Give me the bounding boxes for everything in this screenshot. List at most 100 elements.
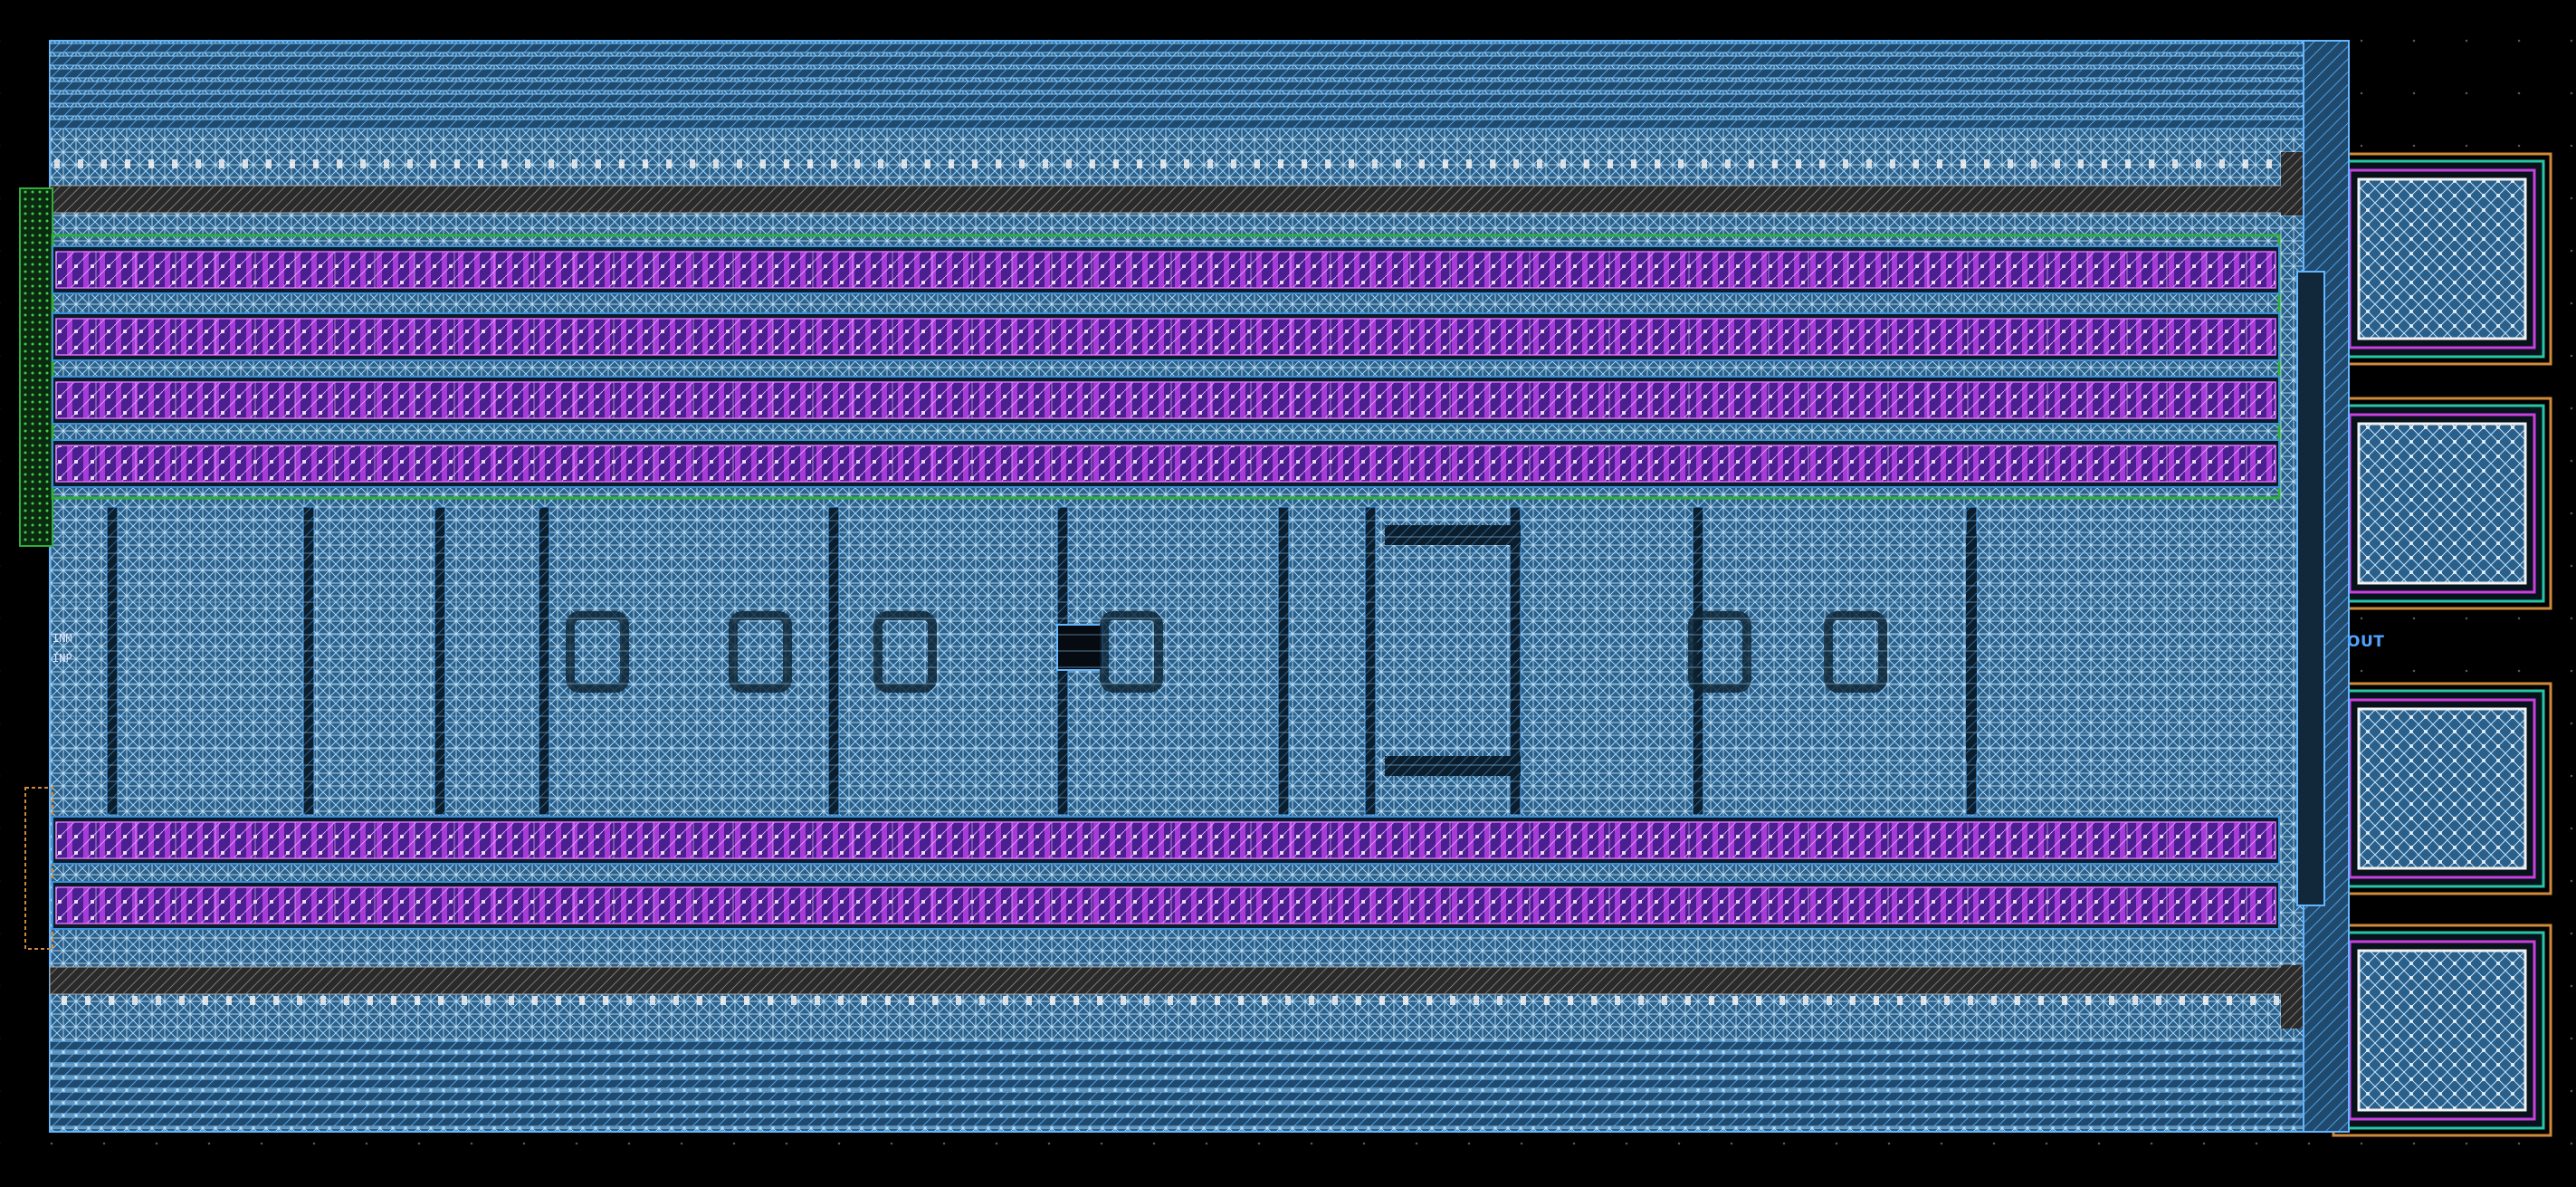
bond-pad-icon [2357, 949, 2527, 1112]
contact [297, 996, 302, 1005]
contact [690, 159, 695, 168]
contact [407, 159, 413, 168]
contact [485, 996, 491, 1005]
contact [1372, 159, 1378, 168]
contact [1285, 996, 1291, 1005]
contact [2055, 159, 2060, 168]
contact [885, 996, 891, 1005]
contact [101, 159, 107, 168]
contact [1396, 159, 1401, 168]
metal-bus-stripe [49, 81, 2323, 91]
metal-bus-stripe [49, 1066, 2323, 1077]
transistor-row [55, 251, 2276, 289]
transistor-row [55, 445, 2276, 483]
contact [1560, 159, 1566, 168]
contact [2109, 996, 2114, 1005]
contact [744, 996, 749, 1005]
contact [266, 159, 272, 168]
contact [784, 159, 789, 168]
contact [2132, 996, 2138, 1005]
contact [1638, 996, 1644, 1005]
contact [431, 159, 436, 168]
contact [62, 996, 67, 1005]
contact [626, 996, 632, 1005]
contact [1066, 159, 1072, 168]
pwell-outline-left [24, 787, 53, 950]
contact [1278, 159, 1283, 168]
contact [1160, 159, 1166, 168]
contact [1897, 996, 1903, 1005]
guard-band-bottom [49, 966, 2318, 995]
contact [1655, 159, 1660, 168]
contact [1403, 996, 1408, 1005]
contact [1608, 159, 1613, 168]
contact [132, 996, 138, 1005]
contact [454, 159, 460, 168]
contact [1749, 159, 1754, 168]
contact [1207, 159, 1213, 168]
layout-canvas[interactable]: OUT INM INP [0, 0, 2576, 1187]
metal-bus-stripe [49, 1078, 2323, 1089]
contact [1332, 996, 1338, 1005]
contact [2203, 996, 2209, 1005]
contact [1144, 996, 1150, 1005]
contact [532, 996, 538, 1005]
contact [737, 159, 742, 168]
contact [226, 996, 232, 1005]
contact [1215, 996, 1220, 1005]
layout-drawing[interactable] [0, 0, 2576, 1187]
contact [1866, 159, 1872, 168]
contact [1309, 996, 1314, 1005]
transistor-row [55, 318, 2276, 356]
contact [549, 159, 554, 168]
right-connector [2296, 271, 2325, 906]
contact [838, 996, 844, 1005]
contact [1003, 996, 1008, 1005]
contact [250, 996, 255, 1005]
contact [344, 996, 349, 1005]
contact [972, 159, 978, 168]
metal-bus-stripe [49, 106, 2323, 117]
contact [556, 996, 561, 1005]
contact [1631, 159, 1636, 168]
contact [2227, 996, 2232, 1005]
contact [1231, 159, 1236, 168]
contact [1779, 996, 1785, 1005]
pin-label-inp: INP [52, 652, 72, 665]
pin-label-out: OUT [2347, 633, 2385, 651]
contact [1302, 159, 1307, 168]
contact [2172, 159, 2178, 168]
contact [196, 159, 201, 168]
contact [462, 996, 467, 1005]
contact [1073, 996, 1079, 1005]
metal-bus-stripe [49, 119, 2323, 129]
contact [148, 159, 154, 168]
contact [1184, 159, 1189, 168]
contact [1568, 996, 1573, 1005]
contact [572, 159, 577, 168]
route-segment [1385, 525, 1521, 545]
contact [273, 996, 279, 1005]
contact [1466, 159, 1472, 168]
contact [2062, 996, 2067, 1005]
contact [384, 159, 389, 168]
contact [1113, 159, 1119, 168]
contact [2266, 159, 2272, 168]
contact [2078, 159, 2084, 168]
contact [2180, 996, 2185, 1005]
contact [831, 159, 836, 168]
contact [650, 996, 655, 1005]
contact [1685, 996, 1691, 1005]
contact [1168, 996, 1173, 1005]
contact [909, 996, 914, 1005]
contact [1819, 159, 1825, 168]
contact [619, 159, 625, 168]
contact [1944, 996, 1950, 1005]
contact [1426, 996, 1432, 1005]
contact [1450, 996, 1455, 1005]
contact [509, 996, 514, 1005]
contact [1662, 996, 1667, 1005]
contact [1521, 996, 1526, 1005]
contact [1050, 996, 1055, 1005]
contact [1255, 159, 1260, 168]
